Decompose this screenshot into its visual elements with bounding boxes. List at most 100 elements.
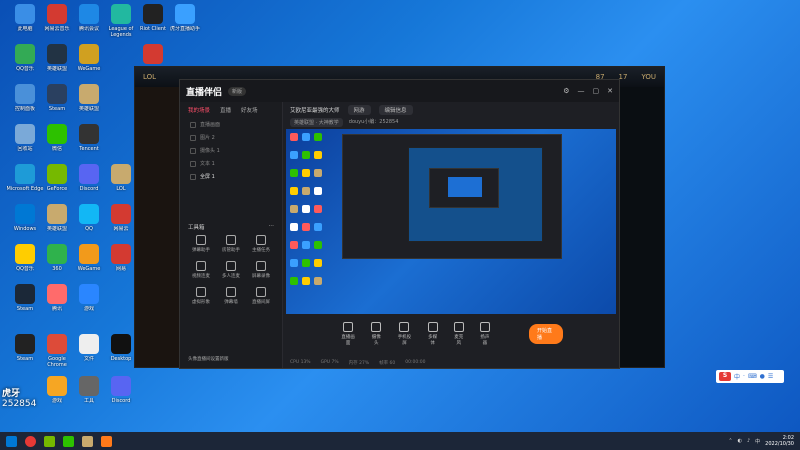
tool-item[interactable]: 主播任务 xyxy=(246,235,276,253)
wechat-icon[interactable] xyxy=(63,435,74,447)
desktop-icon-label: WeGame xyxy=(77,66,101,72)
close-icon[interactable]: ✕ xyxy=(607,87,613,95)
stream-app-window[interactable]: 直播伴侣 新版 ⚙ — ▢ ✕ 我的场景 直播 好友场 直播画面 图片 2 摄像… xyxy=(179,79,620,369)
app-icon xyxy=(143,4,163,24)
eye-icon xyxy=(190,173,196,180)
tool-item[interactable]: 虚拟形象 xyxy=(186,287,216,305)
preview-icon xyxy=(314,223,322,231)
app-icon[interactable] xyxy=(44,435,55,447)
tool-item[interactable]: 视频连麦 xyxy=(186,261,216,279)
tool-item[interactable]: 屏幕录像 xyxy=(246,261,276,279)
desktop-icon[interactable]: 游戏 xyxy=(70,284,108,318)
chevron-up-icon[interactable]: ⌃ xyxy=(728,438,732,444)
app-icon xyxy=(111,334,131,354)
room-category[interactable]: 网游 xyxy=(347,105,371,115)
clock[interactable]: 2:02 2022/10/30 xyxy=(765,435,794,447)
app-icon xyxy=(47,204,67,224)
preview-icon xyxy=(314,133,322,141)
control-label: 多媒体 xyxy=(428,335,438,346)
start-icon[interactable] xyxy=(6,435,17,447)
clock-date: 2022/10/30 xyxy=(765,441,794,447)
preview-icon xyxy=(302,277,310,285)
checkbox-icon xyxy=(190,121,196,128)
app-icon xyxy=(111,244,131,264)
game-tag[interactable]: 英雄联盟 · 大神教学 xyxy=(290,118,343,127)
stream-preview[interactable] xyxy=(286,129,616,314)
stream-watermark: 虎牙 252854 xyxy=(2,386,50,428)
sidebar-footer[interactable]: 头像直播间设置新版 xyxy=(188,356,229,362)
network-icon[interactable]: ◐ xyxy=(738,438,742,444)
ime-toolbar[interactable]: S 中 · ⌨ ● ☰ xyxy=(716,370,784,383)
control-button[interactable]: 麦克风 xyxy=(453,322,465,346)
start-stream-button[interactable]: 开始直播 xyxy=(528,324,563,344)
checkbox-icon xyxy=(190,147,196,154)
chrome-icon[interactable] xyxy=(25,435,36,447)
scene-item[interactable]: 直播画面 xyxy=(180,118,282,131)
desktop-icon[interactable]: Discord xyxy=(102,376,140,410)
control-button[interactable]: 手机投屏 xyxy=(396,322,412,346)
scene-item[interactable]: 图片 2 xyxy=(180,131,282,144)
tool-item[interactable]: 多人连麦 xyxy=(216,261,246,279)
preview-icon xyxy=(302,151,310,159)
control-button[interactable]: 摄像头 xyxy=(370,322,382,346)
tool-item[interactable]: 房管助手 xyxy=(216,235,246,253)
ime-indicator-icon[interactable]: 中 xyxy=(755,438,760,445)
desktop-icon[interactable]: 英雄联盟 xyxy=(70,84,108,118)
app-icon xyxy=(79,284,99,304)
app-icon xyxy=(47,376,67,396)
desktop-icon-label: 游戏 xyxy=(83,306,94,312)
app-icon xyxy=(111,164,131,184)
tab-my-scenes[interactable]: 我的场景 xyxy=(188,106,210,114)
watermark-number: 252854 xyxy=(2,399,37,409)
maximize-icon[interactable]: ▢ xyxy=(593,87,600,95)
lol-icon[interactable] xyxy=(82,435,93,447)
status-bar: CPU 13% GPU 7% 内存 27% 帧率 60 00:00:00 xyxy=(284,360,619,366)
desktop-icon[interactable]: WeGame xyxy=(70,44,108,78)
scene-item[interactable]: 文本 1 xyxy=(180,157,282,170)
preview-icon xyxy=(314,187,322,195)
desktop-icon[interactable]: Tencent xyxy=(70,124,108,158)
control-icon xyxy=(399,322,410,332)
app-icon xyxy=(79,204,99,224)
game-user: YOU xyxy=(641,73,656,81)
mic-icon[interactable]: ● xyxy=(760,373,765,380)
tool-item[interactable]: 弹幕墙 xyxy=(216,287,246,305)
tool-item[interactable]: 弹幕助手 xyxy=(186,235,216,253)
more-icon[interactable]: ⋯ xyxy=(269,223,275,231)
ime-icon[interactable]: 中 xyxy=(734,372,740,381)
scene-item[interactable]: 全屏 1 xyxy=(180,170,282,183)
control-button[interactable]: 直播画面 xyxy=(340,322,356,346)
ime-icon[interactable]: · xyxy=(743,373,745,380)
desktop-icon[interactable]: 虎牙直播助手 xyxy=(166,4,204,38)
minimize-icon[interactable]: — xyxy=(578,87,585,95)
version-badge[interactable]: 新版 xyxy=(228,86,247,96)
settings-icon[interactable]: ⚙ xyxy=(563,87,569,95)
control-button[interactable]: 扬声器 xyxy=(479,322,491,346)
main-panel: 艾欧尼亚最强的大师 网游 编辑信息 英雄联盟 · 大神教学 douyu小编：25… xyxy=(284,102,619,368)
desktop-icon-label: 虎牙直播助手 xyxy=(169,26,200,32)
tool-label: 多人连麦 xyxy=(222,274,240,279)
tab-friends[interactable]: 好友场 xyxy=(241,106,258,114)
preview-icon xyxy=(302,133,310,141)
keyboard-icon[interactable]: ⌨ xyxy=(748,373,757,380)
preview-icon xyxy=(302,259,310,267)
tab-live[interactable]: 直播 xyxy=(220,106,231,114)
tool-label: 直播间屏 xyxy=(252,300,270,305)
control-icon xyxy=(371,322,382,332)
app-icon xyxy=(47,44,67,64)
tool-icon xyxy=(256,287,266,297)
scene-item[interactable]: 摄像头 1 xyxy=(180,144,282,157)
game-logo: LOL xyxy=(143,73,157,81)
menu-icon[interactable]: ☰ xyxy=(768,373,773,380)
tool-icon xyxy=(196,235,206,245)
streaming-icon[interactable] xyxy=(101,435,112,447)
toolbox-grid: 弹幕助手 房管助手 主播任务视频连麦 多人连麦 屏幕录像虚拟形象 弹幕墙 直播间屏 xyxy=(180,235,282,305)
preview-icon xyxy=(314,277,322,285)
ime-logo: S xyxy=(719,372,731,381)
control-label: 手机投屏 xyxy=(397,335,412,346)
control-button[interactable]: 多媒体 xyxy=(427,322,439,346)
tool-item[interactable]: 直播间屏 xyxy=(246,287,276,305)
volume-icon[interactable]: ♪ xyxy=(747,438,750,444)
app-icon xyxy=(15,4,35,24)
edit-info-button[interactable]: 编辑信息 xyxy=(378,105,413,115)
